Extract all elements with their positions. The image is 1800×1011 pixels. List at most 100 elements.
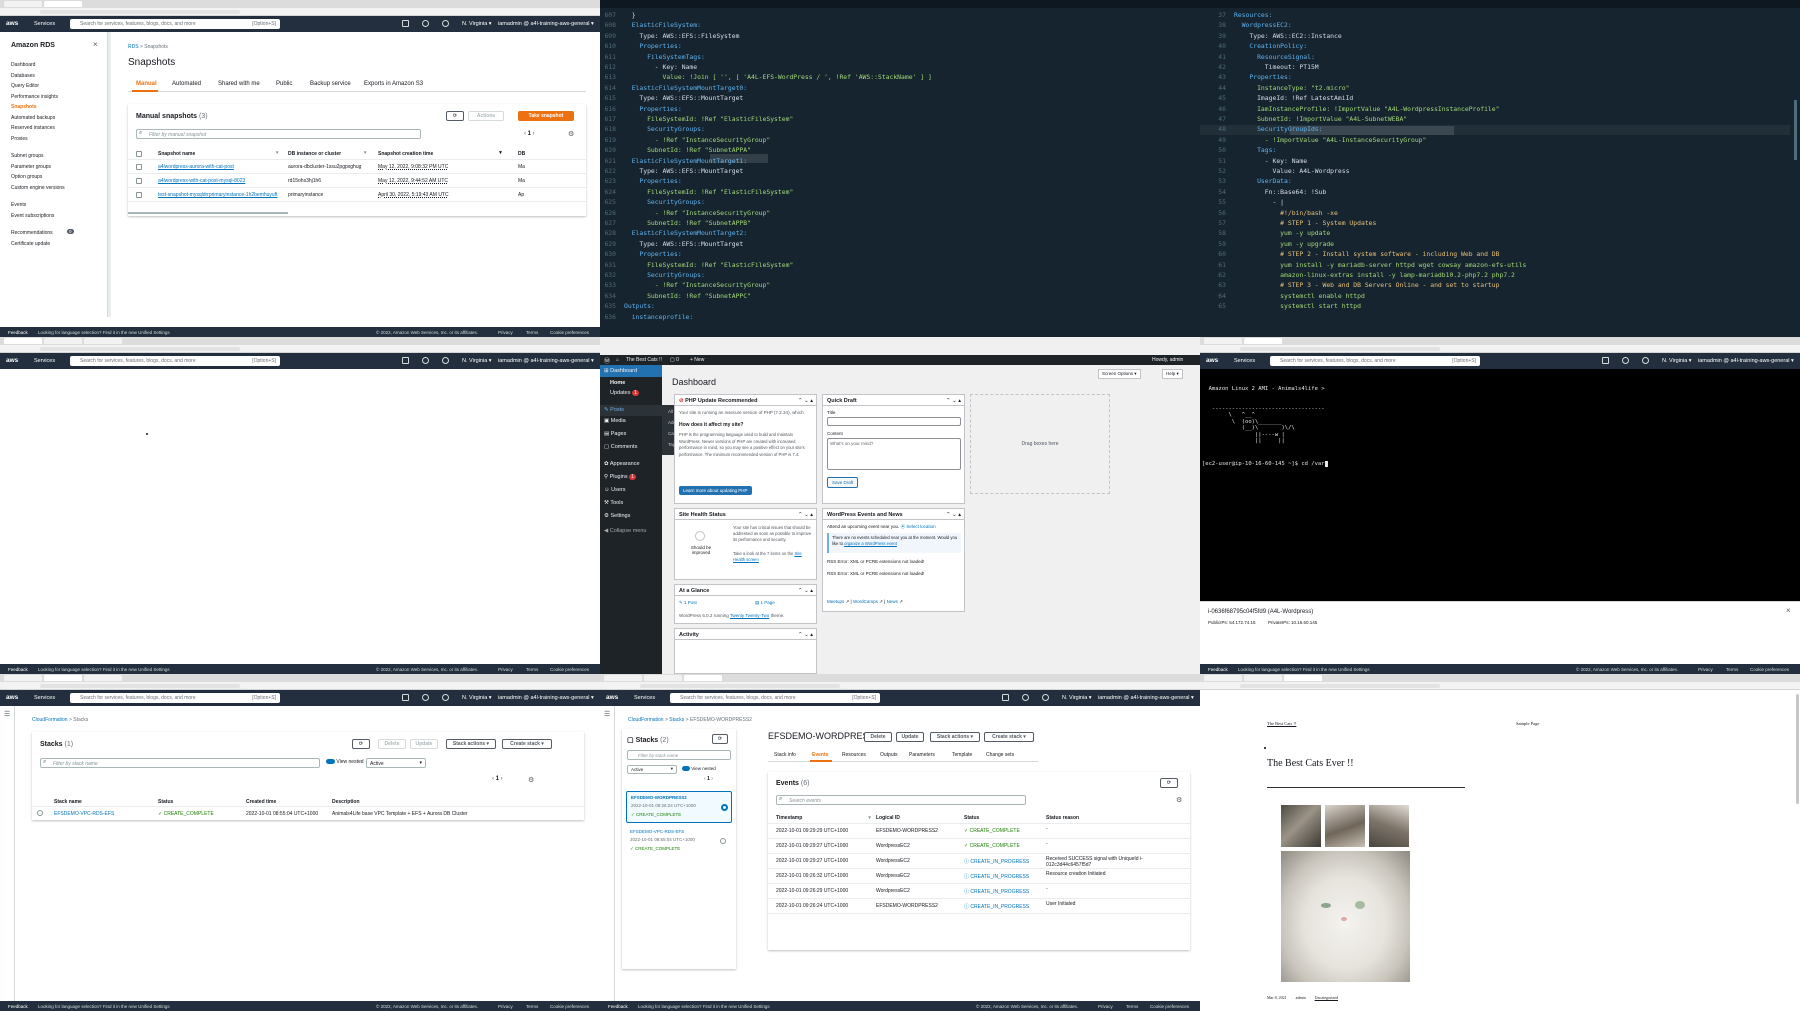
help-icon[interactable] [442,20,449,27]
aws-search-input[interactable]: Search for services, features, blogs, do… [70,356,280,366]
bell-icon[interactable] [422,694,429,701]
sidebar-item-query-editor[interactable]: Query Editor [11,83,39,89]
cookie-link[interactable]: Cookie preferences [550,667,589,672]
stack-item[interactable]: EFSDEMO-VPC-RDS-EFS 2022-10-01 08:55:04 … [626,826,732,858]
menu-tools[interactable]: ⚒ Tools [604,500,623,506]
post-category[interactable]: Uncategorized [1315,995,1338,1000]
pagination[interactable]: ‹ 1 › [524,131,535,137]
cloudshell-icon[interactable] [1602,357,1609,364]
col-logical-id[interactable]: Logical ID [876,815,900,821]
account-menu[interactable]: iamadmin @ a4l-training-aws-general ▾ [498,358,594,364]
aws-search-input[interactable]: Search for services, features, blogs, do… [670,693,880,703]
account-menu[interactable]: iamadmin @ a4l-training-aws-general ▾ [1098,695,1194,701]
box-controls[interactable]: ⌃ ⌄ ▴ [798,632,813,638]
address-bar[interactable] [1200,345,1800,353]
sidebar-item-databases[interactable]: Databases [11,73,35,79]
browser-tabs[interactable] [1200,674,1800,682]
cookie-link[interactable]: Cookie preferences [1150,1004,1189,1009]
tab-shared[interactable]: Shared with me [218,81,260,87]
screen-options-button[interactable]: Screen Options ▾ [1098,369,1141,379]
menu-posts[interactable]: ✎ Posts [600,405,662,416]
region-selector[interactable]: N. Virginia ▾ [462,21,492,27]
feedback-link[interactable]: Feedback [608,1004,628,1009]
region-selector[interactable]: N. Virginia ▾ [1662,358,1692,364]
help-icon[interactable] [442,357,449,364]
breadcrumb-stacks[interactable]: Stacks [669,717,684,723]
aws-search-input[interactable]: Search for services, features, blogs, do… [70,19,280,29]
tab-events[interactable]: Events [812,752,828,758]
col-creation-time[interactable]: Snapshot creation time [378,151,433,157]
new-content-link[interactable]: + New [690,357,704,363]
select-location-link[interactable]: ⦿ Select location [901,524,936,529]
language-note[interactable]: Looking for language selection? Find it … [38,667,170,672]
language-note[interactable]: Looking for language selection? Find it … [38,1004,170,1009]
cookie-link[interactable]: Cookie preferences [550,330,589,335]
privacy-link[interactable]: Privacy [498,1004,513,1009]
breadcrumb-cloudformation[interactable]: CloudFormation [32,717,68,723]
feedback-link[interactable]: Feedback [8,330,28,335]
table-row[interactable]: test-snapshot-mysqldrrprimaryinstance-1h… [128,188,586,202]
tab-change-sets[interactable]: Change sets [986,752,1014,758]
sidebar-item-custom-engine-versions[interactable]: Custom engine versions [11,185,65,191]
row-checkbox[interactable] [136,178,142,184]
code-editor[interactable]: 37 Resources: 38 WordpressEC2: 39 Type: AWS… [1210,10,1800,337]
sidebar-item-reserved-instances[interactable]: Reserved instances [11,125,55,131]
tab-automated[interactable]: Automated [172,81,201,87]
terminal-window[interactable]: Amazon Linux 2 AMI - Animals4life > ----… [1200,369,1800,601]
aws-logo[interactable]: aws [6,694,18,701]
menu-settings[interactable]: ⚙ Settings [604,513,630,519]
terms-link[interactable]: Terms [1126,1004,1138,1009]
meetups-link[interactable]: Meetups [827,599,844,604]
stack-name-link[interactable]: EFSDEMO-VPC-RDS-EFS [54,811,114,817]
table-row[interactable]: EFSDEMO-VPC-RDS-EFS ✓ CREATE_COMPLETE 20… [32,808,584,819]
box-controls[interactable]: ⌃ ⌄ ▴ [798,398,813,404]
update-button[interactable]: Update [410,739,438,749]
browser-tabs[interactable] [0,0,600,8]
browser-tabs[interactable] [0,337,600,345]
stack-radio[interactable] [720,838,726,844]
tab-resources[interactable]: Resources [842,752,866,758]
cloudshell-icon[interactable] [402,20,409,27]
nav-menu-icon[interactable]: ☰ [604,710,610,718]
row-checkbox[interactable] [136,164,142,170]
privacy-link[interactable]: Privacy [1098,1004,1113,1009]
filter-input[interactable]: Filter by manual snapshot [136,129,421,139]
col-status[interactable]: Status [158,799,173,805]
sidebar-item-performance-insights[interactable]: Performance insights [11,94,58,100]
code-editor[interactable]: 607 } 608 ElasticFileSystem: 609 Type: AWS… [600,10,1200,337]
account-menu[interactable]: iamadmin @ a4l-training-aws-general ▾ [1698,358,1794,364]
close-icon[interactable]: × [1786,606,1791,615]
drag-boxes-zone[interactable]: Drag boxes here [970,394,1110,494]
status-filter-select[interactable]: Active ▾ [627,765,677,774]
table-row[interactable]: a4lwordpress-aurora-with-cat-post aurora-… [128,160,586,174]
bell-icon[interactable] [422,357,429,364]
menu-media[interactable]: ▣ Media [604,418,626,424]
browser-tabs[interactable] [1200,337,1800,345]
row-radio[interactable] [37,810,43,816]
stack-item-selected[interactable]: EFSDEMO-WORDPRESS2 2022-10-01 09:26:24 U… [626,791,732,823]
bell-icon[interactable] [1622,357,1629,364]
col-status-reason[interactable]: Status reason [1046,815,1079,821]
services-menu[interactable]: Services [34,695,55,701]
editor-scrollbar[interactable] [1794,100,1797,160]
breadcrumb-cloudformation[interactable]: CloudFormation [628,717,664,723]
sidebar-item-events[interactable]: Events [11,202,26,208]
settings-gear-icon[interactable]: ⚙ [1176,796,1182,804]
account-menu[interactable]: iamadmin @ a4l-training-aws-general ▾ [498,695,594,701]
menu-dashboard[interactable]: ⊞ Dashboard [600,365,662,377]
services-menu[interactable]: Services [634,695,655,701]
col-stack-name[interactable]: Stack name [54,799,82,805]
row-checkbox[interactable] [136,192,142,198]
terms-link[interactable]: Terms [526,667,538,672]
browser-tabs[interactable] [0,674,600,682]
privacy-link[interactable]: Privacy [1698,667,1713,672]
stack-filter-input[interactable]: Filter by stack name [40,758,320,768]
sidebar-item-snapshots[interactable]: Snapshots [11,104,37,110]
snapshot-name-link[interactable]: a4lwordpress-aurora-with-cat-post [158,164,234,170]
col-timestamp[interactable]: Timestamp ▾ [776,815,871,821]
delete-button[interactable]: Delete [864,732,892,742]
menu-updates[interactable]: Updates 1 [610,390,640,396]
update-button[interactable]: Update [896,732,924,742]
breadcrumb-rds[interactable]: RDS [128,44,139,50]
tab-stack-info[interactable]: Stack info [774,752,796,758]
